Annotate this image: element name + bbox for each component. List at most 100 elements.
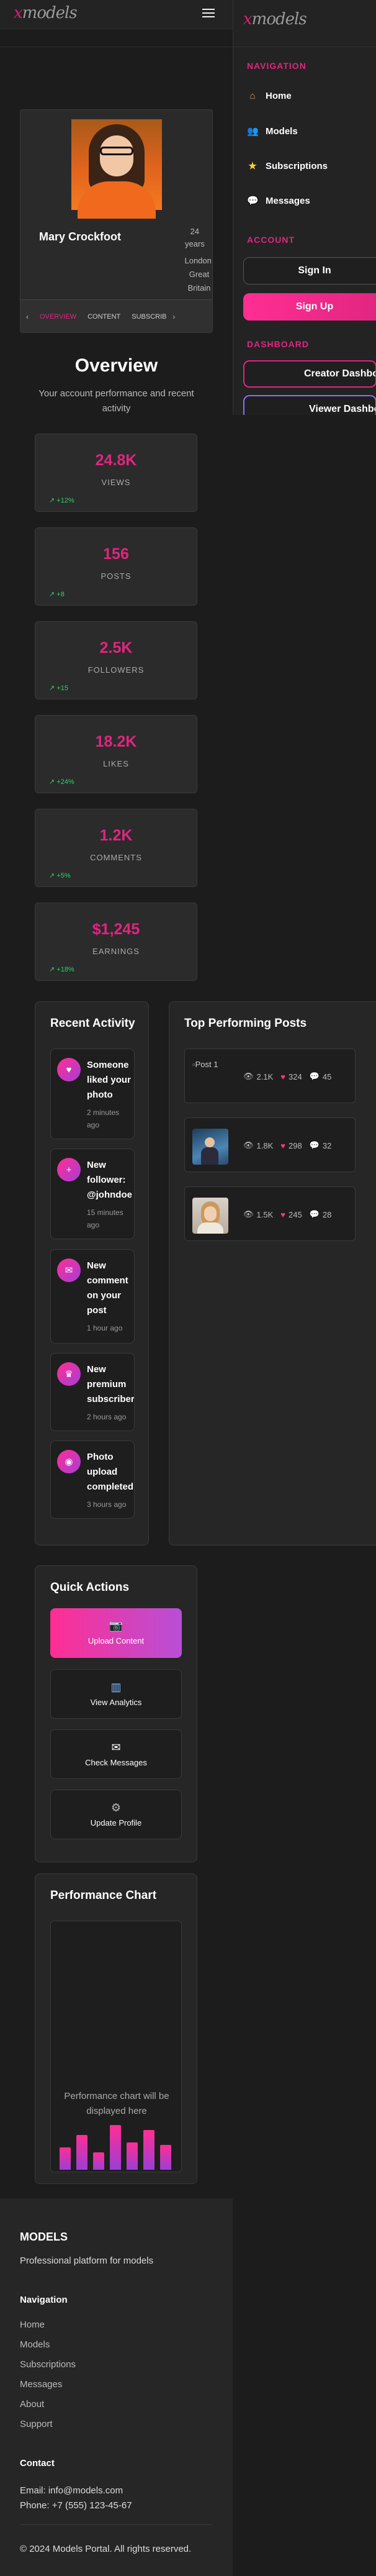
post-item[interactable]: 👁 1.5K ♥ 245 💬 28: [184, 1186, 356, 1241]
tab-overview[interactable]: OVERVIEW: [34, 300, 82, 333]
footer-link-about[interactable]: About: [20, 2399, 44, 2410]
stat-label: COMMENTS: [90, 853, 142, 862]
activity-line: post: [87, 1305, 107, 1316]
post-thumbnail-broken: ▫Post 1: [192, 1060, 218, 1069]
chart-icon: ▥: [110, 1681, 122, 1693]
creator-dashboard-button[interactable]: Creator Dashboard: [243, 360, 376, 388]
nav-item-messages[interactable]: 💬 Messages: [247, 195, 310, 207]
profile-avatar: [71, 119, 162, 219]
overview-title: Overview: [74, 355, 158, 376]
side-menu-logo[interactable]: xmodels: [243, 10, 307, 29]
footer-link-home[interactable]: Home: [20, 2319, 45, 2330]
side-menu: xmodels NAVIGATION ⌂ Home 👥 Models ★ Subscr…: [233, 0, 376, 415]
comment-icon: 💬: [309, 1072, 320, 1081]
stat-value: 2.5K: [99, 639, 133, 657]
location-line: Britain: [187, 283, 211, 293]
post-stats: 👁 1.8K ♥ 298 💬 32: [243, 1140, 331, 1150]
chart-bar: [76, 2135, 87, 2170]
views-count: 1.5K: [256, 1209, 274, 1219]
view-analytics-button[interactable]: ▥ View Analytics: [50, 1669, 182, 1719]
logo-text: models: [22, 4, 78, 22]
likes-count: 245: [288, 1209, 302, 1219]
footer-link-models[interactable]: Models: [20, 2339, 50, 2350]
chart-bar: [110, 2125, 121, 2170]
camera-icon: 📷: [109, 1619, 123, 1632]
views-count: 1.8K: [256, 1140, 274, 1150]
activity-time: 15 minutes ago: [87, 1206, 134, 1231]
top-posts-panel: Top Performing Posts ▫Post 1 👁 2.1K ♥ 324 …: [169, 1001, 376, 1545]
activity-item[interactable]: ◉ Photo upload completed 3 hours ago: [50, 1440, 135, 1519]
recent-activity-panel: Recent Activity ♥ Someone liked your pho…: [35, 1001, 149, 1545]
stat-change: ↗ +8: [49, 591, 65, 598]
navigation-section-title: NAVIGATION: [247, 61, 307, 71]
post-thumbnail: [192, 1198, 228, 1234]
button-label: Update Profile: [90, 1818, 142, 1827]
activity-line: on your: [87, 1290, 121, 1301]
time-line: 1 hour ago: [87, 1324, 123, 1332]
comments-stat: 💬 28: [310, 1209, 332, 1219]
comments-count: 28: [322, 1209, 332, 1219]
logo-prefix: x: [243, 10, 253, 29]
footer-email: Email: info@models.com: [20, 2485, 123, 2496]
stat-card-views: 24.8K VIEWS ↗ +12%: [35, 434, 197, 512]
profile-tabs: ‹ OVERVIEW CONTENT SUBSCRIBERS ›: [20, 299, 212, 333]
button-label: Upload Content: [87, 1636, 145, 1645]
activity-item[interactable]: ♛ New premium subscriber 2 hours ago: [50, 1353, 135, 1431]
panel-title: Recent Activity: [50, 1017, 135, 1030]
stat-label: VIEWS: [101, 478, 131, 487]
activity-line: premium: [87, 1379, 127, 1390]
update-profile-button[interactable]: ⚙ Update Profile: [50, 1790, 182, 1839]
tab-content[interactable]: CONTENT: [82, 300, 126, 333]
quick-actions-panel: Quick Actions 📷 Upload Content ▥ View An…: [35, 1565, 197, 1862]
site-logo[interactable]: xmodels: [14, 4, 78, 22]
activity-text: New premium subscriber: [87, 1362, 134, 1407]
button-label: Check Messages: [85, 1758, 147, 1767]
tab-scroll-left-button[interactable]: ‹: [20, 312, 34, 321]
footer-copyright: © 2024 Models Portal. All rights reserve…: [20, 2544, 192, 2554]
chart-bar: [127, 2142, 138, 2170]
views-stat: 👁 1.5K: [243, 1209, 273, 1219]
comments-stat: 💬 32: [310, 1140, 332, 1150]
camera-icon: ◉: [57, 1450, 81, 1473]
tab-scroll-right-button[interactable]: ›: [167, 312, 181, 321]
footer-link-subscriptions[interactable]: Subscriptions: [20, 2359, 76, 2370]
footer-brand: MODELS: [20, 2231, 68, 2243]
age-unit: years: [185, 239, 205, 248]
nav-item-home[interactable]: ⌂ Home: [247, 91, 292, 101]
tab-subscribers[interactable]: SUBSCRIBERS: [126, 300, 167, 333]
stat-label: EARNINGS: [92, 947, 140, 956]
activity-time: 2 minutes ago: [87, 1106, 134, 1131]
menu-toggle-icon[interactable]: [202, 9, 215, 17]
likes-stat: ♥ 245: [280, 1210, 302, 1219]
activity-line: photo: [87, 1090, 113, 1100]
post-stats: 👁 1.5K ♥ 245 💬 28: [243, 1209, 331, 1219]
footer-tagline: Professional platform for models: [20, 2255, 154, 2266]
activity-line: upload: [87, 1467, 118, 1477]
footer-contact-title: Contact: [20, 2458, 55, 2469]
time-line: 2 hours ago: [87, 1413, 127, 1421]
nav-label: Home: [266, 91, 292, 101]
activity-line: @johndoe: [87, 1190, 132, 1200]
activity-item[interactable]: + New follower: @johndoe 15 minutes ago: [50, 1149, 135, 1239]
activity-item[interactable]: ✉ New comment on your post 1 hour ago: [50, 1249, 135, 1344]
heart-icon: ♥: [57, 1058, 81, 1081]
sign-in-button[interactable]: Sign In: [243, 257, 376, 284]
stat-label: LIKES: [103, 759, 129, 768]
side-menu-header: xmodels: [233, 0, 376, 47]
viewer-dashboard-button[interactable]: Viewer Dashboard: [243, 395, 376, 415]
activity-item[interactable]: ♥ Someone liked your photo 2 minutes ago: [50, 1049, 135, 1139]
nav-item-subscriptions[interactable]: ★ Subscriptions: [247, 160, 328, 172]
upload-content-button[interactable]: 📷 Upload Content: [50, 1608, 182, 1658]
activity-line: Someone: [87, 1060, 129, 1070]
footer-link-support[interactable]: Support: [20, 2419, 53, 2429]
overview-subtitle: Your account performance and recent acti…: [38, 388, 194, 414]
stat-value: 18.2K: [95, 733, 137, 750]
stat-value: 24.8K: [95, 452, 137, 469]
nav-item-models[interactable]: 👥 Models: [247, 125, 298, 137]
post-item[interactable]: 👁 1.8K ♥ 298 💬 32: [184, 1117, 356, 1172]
footer-link-messages[interactable]: Messages: [20, 2379, 62, 2390]
check-messages-button[interactable]: ✉ Check Messages: [50, 1729, 182, 1779]
sign-up-button[interactable]: Sign Up: [243, 293, 376, 321]
post-item[interactable]: ▫Post 1 👁 2.1K ♥ 324 💬 45: [184, 1049, 356, 1103]
age-number: 24: [190, 227, 200, 236]
